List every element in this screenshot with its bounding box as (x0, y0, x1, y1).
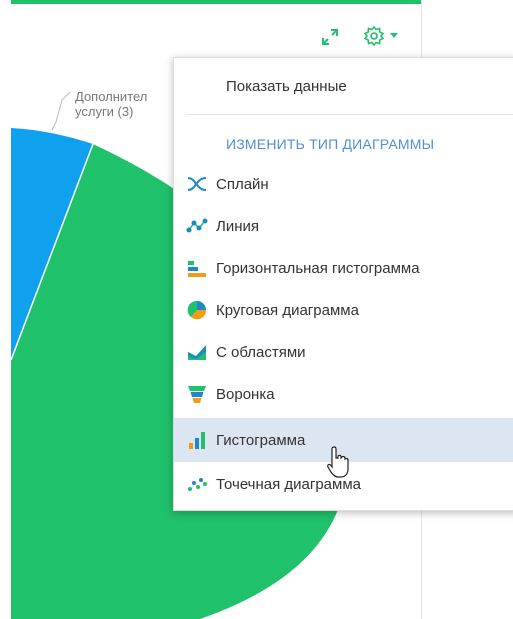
chart-type-line[interactable]: Линия (174, 206, 513, 246)
pie-label-line1: Дополнител (75, 89, 148, 104)
pie-label-line2: услуги (3) (75, 104, 134, 119)
chart-type-label: Сплайн (216, 175, 269, 193)
scatter-icon (186, 474, 208, 494)
show-data-item[interactable]: Показать данные (174, 66, 513, 106)
chart-type-pie[interactable]: Круговая диаграмма (174, 290, 513, 330)
pie-chart-icon (186, 300, 208, 320)
chart-type-label: Горизонтальная гистограмма (216, 259, 420, 277)
chart-type-spline[interactable]: Сплайн (174, 164, 513, 204)
left-margin (0, 0, 11, 619)
label-leader-line (51, 91, 71, 131)
chart-settings-menu: Показать данные ИЗМЕНИТЬ ТИП ДИАГРАММЫ С… (173, 57, 513, 511)
chart-type-funnel[interactable]: Воронка (174, 374, 513, 414)
gear-icon (364, 25, 385, 47)
pie-slice-label: Дополнител услуги (3) (75, 89, 173, 119)
mouse-pointer-icon (327, 446, 349, 478)
funnel-icon (186, 384, 208, 404)
line-chart-icon (186, 216, 208, 236)
chart-type-section-title: ИЗМЕНИТЬ ТИП ДИАГРАММЫ (226, 136, 435, 152)
bar-chart-icon (186, 430, 208, 450)
expand-icon[interactable] (320, 27, 340, 47)
chart-type-horizontal-bar[interactable]: Горизонтальная гистограмма (174, 248, 513, 288)
chart-type-label: Круговая диаграмма (216, 301, 359, 319)
chart-settings-button[interactable] (364, 25, 404, 47)
horizontal-bar-icon (186, 258, 208, 278)
menu-divider (186, 114, 513, 115)
chart-type-label: Гистограмма (216, 431, 306, 449)
chart-type-area[interactable]: С областями (174, 332, 513, 372)
chart-type-label: Воронка (216, 385, 275, 403)
caret-down-icon (390, 33, 398, 38)
spline-icon (186, 174, 208, 194)
area-chart-icon (186, 342, 208, 362)
chart-type-label: С областями (216, 343, 306, 361)
show-data-label: Показать данные (226, 77, 347, 95)
chart-type-label: Линия (216, 217, 260, 235)
